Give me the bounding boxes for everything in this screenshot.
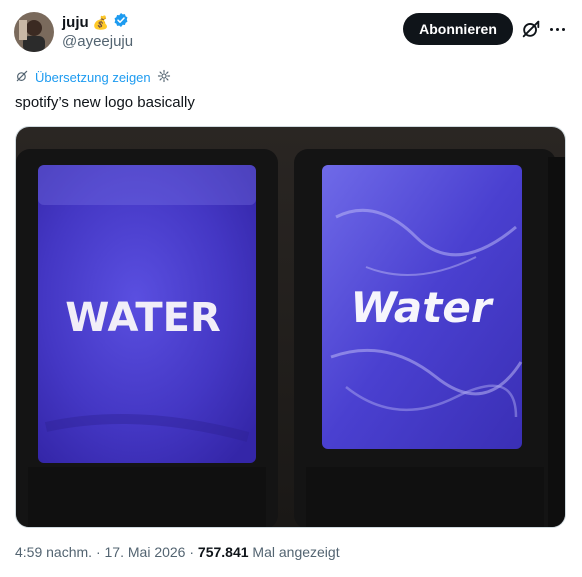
right-sign-text: Water xyxy=(350,283,493,332)
left-sign-text: WATER xyxy=(65,295,221,341)
meta-separator: · xyxy=(185,544,198,560)
author-handle[interactable]: @ayeejuju xyxy=(62,33,133,50)
author-name[interactable]: juju 💰 xyxy=(62,12,129,33)
tweet-photo[interactable]: WATER Water xyxy=(15,126,566,528)
translate-label: Übersetzung zeigen xyxy=(35,70,151,85)
tweet-date[interactable]: 17. Mai 2026 xyxy=(105,544,186,560)
verified-badge-icon xyxy=(113,12,129,33)
tweet-text: spotify’s new logo basically xyxy=(15,94,195,111)
tweet-time[interactable]: 4:59 nachm. xyxy=(15,544,92,560)
avatar[interactable] xyxy=(14,12,54,52)
grok-icon[interactable] xyxy=(520,18,542,40)
author-name-text: juju xyxy=(62,13,89,31)
view-count: 757.841 xyxy=(197,544,249,560)
tweet-meta: 4:59 nachm. · 17. Mai 2026 · 757.841 Mal… xyxy=(15,544,340,560)
meta-separator: · xyxy=(92,544,105,560)
translate-icon xyxy=(15,69,29,86)
money-bag-emoji: 💰 xyxy=(92,14,109,30)
gear-icon[interactable] xyxy=(157,69,171,86)
more-icon[interactable] xyxy=(546,18,568,40)
translate-link[interactable]: Übersetzung zeigen xyxy=(15,69,171,86)
follow-button[interactable]: Abonnieren xyxy=(403,13,513,45)
view-count-label: Mal angezeigt xyxy=(248,544,340,560)
